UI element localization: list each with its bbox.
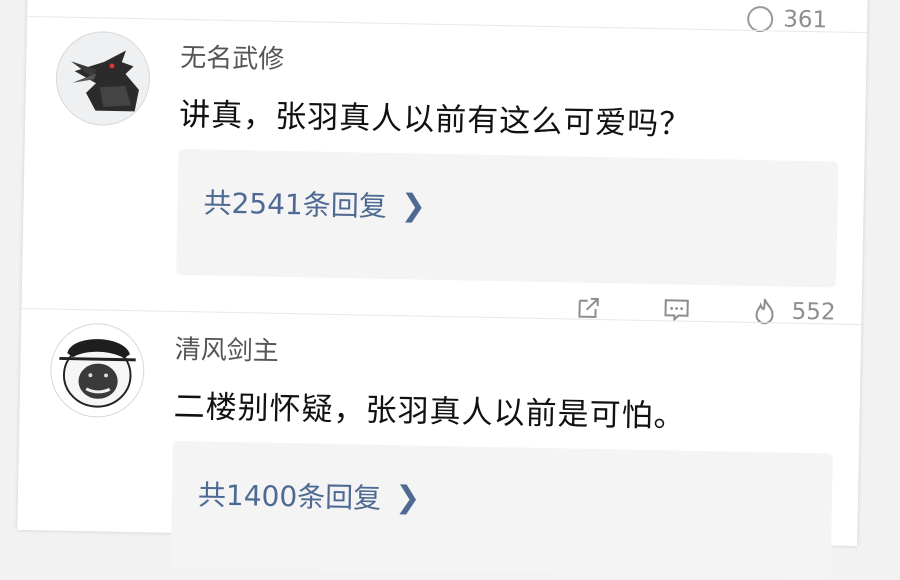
- like-icon[interactable]: [747, 5, 774, 33]
- reply-count-label: 共1400条回复: [197, 478, 382, 515]
- username[interactable]: 无名武修: [180, 37, 285, 76]
- comment-item: 无名武修 讲真，张羽真人以前有这么可爱吗？ 共2541条回复 ❯ 552: [55, 30, 841, 326]
- comment-text: 讲真，张羽真人以前有这么可爱吗？: [178, 96, 692, 143]
- view-replies-link[interactable]: 共2541条回复 ❯: [203, 181, 426, 225]
- divider: [27, 15, 867, 34]
- comment-text: 二楼别怀疑，张羽真人以前是可怕。: [173, 388, 686, 435]
- view-replies-link[interactable]: 共1400条回复 ❯: [198, 473, 421, 517]
- chevron-right-icon: ❯: [400, 187, 427, 224]
- like-count: 552: [791, 298, 836, 326]
- prev-like-count: 361: [783, 6, 828, 34]
- reply-summary-box: 共1400条回复 ❯: [170, 440, 833, 580]
- reply-summary-box: 共2541条回复 ❯: [176, 148, 839, 288]
- meme-face-avatar[interactable]: [49, 322, 146, 419]
- username[interactable]: 清风剑主: [174, 329, 279, 368]
- chevron-right-icon: ❯: [394, 479, 421, 516]
- reply-count-label: 共2541条回复: [203, 186, 388, 223]
- crow-avatar[interactable]: [55, 30, 151, 127]
- comment-list-panel: 361 无名武修 讲真，张羽真人以前有这么可爱吗？ 共2541条回复 ❯ 552…: [17, 0, 868, 580]
